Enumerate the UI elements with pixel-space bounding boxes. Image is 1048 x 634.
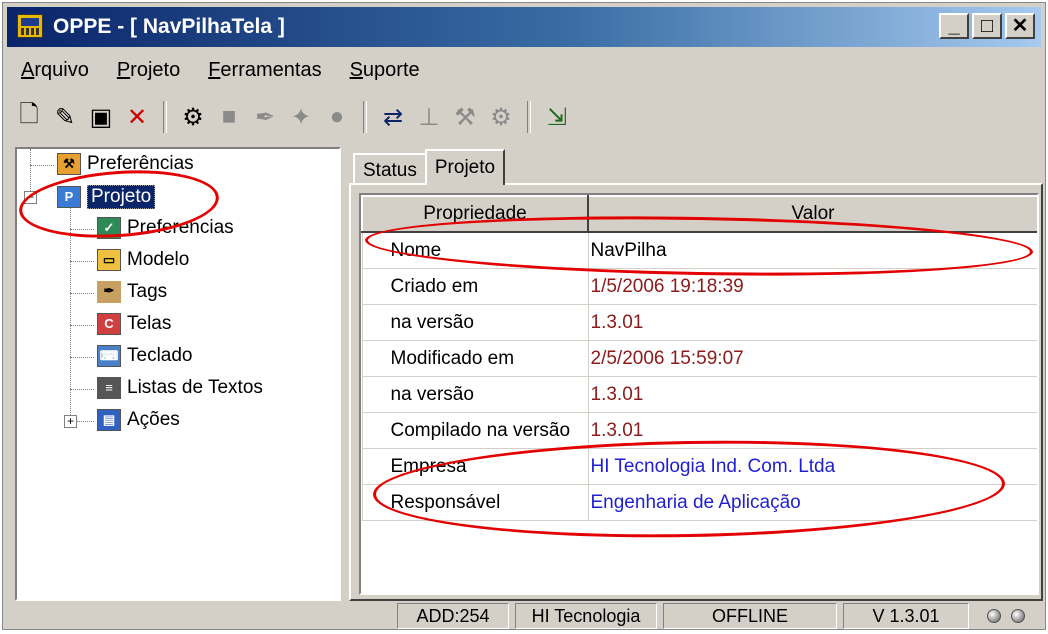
property-row[interactable]: Modificado em 2/5/2006 15:59:07 — [361, 340, 1037, 377]
toolbar-separator — [163, 101, 167, 133]
status-bar: ADD:254 HI Tecnologia OFFLINE V 1.3.01 — [7, 603, 1041, 629]
property-row[interactable]: na versão 1.3.01 — [361, 304, 1037, 341]
status-vendor: HI Tecnologia — [515, 603, 657, 629]
tools-icon: ⚒ — [57, 153, 81, 175]
close-icon[interactable]: ✕ — [119, 99, 155, 135]
record-icon[interactable]: ● — [319, 99, 355, 135]
menu-suporte[interactable]: Suporte — [336, 53, 434, 89]
property-value[interactable]: 1.3.01 — [587, 304, 1037, 341]
text-list-icon: ≡ — [97, 377, 121, 399]
column-header-valor[interactable]: Valor — [587, 195, 1037, 233]
status-address: ADD:254 — [397, 603, 509, 629]
project-icon: P — [57, 186, 81, 208]
tree-item-tags[interactable]: ✒ Tags — [97, 281, 167, 303]
expand-acoes-toggle[interactable]: + — [64, 415, 77, 428]
status-led-2 — [1011, 609, 1025, 623]
property-row[interactable]: Compilado na versão 1.3.01 — [361, 412, 1037, 449]
property-grid: Propriedade Valor Nome NavPilha Criado em 1… — [359, 193, 1039, 595]
model-icon[interactable]: ■ — [211, 99, 247, 135]
menu-arquivo[interactable]: Arquivo — [7, 53, 103, 89]
property-row[interactable]: Nome NavPilha — [361, 231, 1037, 269]
property-row[interactable]: Responsável Engenharia de Aplicação — [361, 484, 1037, 521]
property-value[interactable]: 1.3.01 — [587, 412, 1037, 449]
tree-item-preferencias-root[interactable]: ⚒ Preferências — [57, 153, 194, 175]
property-value[interactable]: 1.3.01 — [587, 376, 1037, 413]
toolbar: 🗋 ✎ ▣ ✕ ⚙ ■ ✒ ✦ ● ⇄ ⊥ ⚒ ⚙ ⇲ — [11, 95, 575, 139]
title-bar[interactable]: OPPE - [ NavPilhaTela ] _ □ ✕ — [7, 7, 1041, 47]
property-value[interactable]: 1/5/2006 19:18:39 — [587, 268, 1037, 305]
tab-strip: Status Projeto — [353, 149, 506, 185]
preferences-icon: ✓ — [97, 217, 121, 239]
property-name: Empresa — [361, 448, 589, 485]
collapse-projeto-toggle[interactable]: − — [24, 191, 37, 204]
property-value[interactable]: Engenharia de Aplicação — [587, 484, 1037, 521]
open-folder-icon[interactable]: ✎ — [47, 99, 83, 135]
property-row[interactable]: Empresa HI Tecnologia Ind. Com. Ltda — [361, 448, 1037, 485]
tree-item-modelo[interactable]: ▭ Modelo — [97, 249, 189, 271]
toolbar-separator — [527, 101, 531, 133]
property-name: Criado em — [361, 268, 589, 305]
actions-icon: ▤ — [97, 409, 121, 431]
tree-item-teclado[interactable]: ⌨ Teclado — [97, 345, 193, 367]
app-window: OPPE - [ NavPilhaTela ] _ □ ✕ Arquivo Pr… — [2, 2, 1046, 630]
connect-icon[interactable]: ⇄ — [375, 99, 411, 135]
compile-icon[interactable]: ⚒ — [447, 99, 483, 135]
new-file-icon[interactable]: 🗋 — [11, 99, 47, 135]
download-icon[interactable]: ⚙ — [483, 99, 519, 135]
tags-icon[interactable]: ✒ — [247, 99, 283, 135]
menu-projeto[interactable]: Projeto — [103, 53, 194, 89]
tree-item-preferencias[interactable]: ✓ Preferencias — [97, 217, 234, 239]
app-icon[interactable] — [17, 14, 43, 38]
project-settings-icon[interactable]: ⚙ — [175, 99, 211, 135]
exit-icon[interactable]: ⇲ — [539, 99, 575, 135]
screens-icon: C — [97, 313, 121, 335]
minimize-button[interactable]: _ — [939, 13, 969, 39]
property-name: na versão — [361, 304, 589, 341]
tree-item-listas-de-textos[interactable]: ≡ Listas de Textos — [97, 377, 263, 399]
toolbar-separator — [363, 101, 367, 133]
property-row[interactable]: na versão 1.3.01 — [361, 376, 1037, 413]
maximize-button[interactable]: □ — [972, 13, 1002, 39]
network-icon[interactable]: ⊥ — [411, 99, 447, 135]
tree-item-acoes[interactable]: ▤ Ações — [97, 409, 180, 431]
property-row[interactable]: Criado em 1/5/2006 19:18:39 — [361, 268, 1037, 305]
tree-item-telas[interactable]: C Telas — [97, 313, 171, 335]
model-icon: ▭ — [97, 249, 121, 271]
status-led-1 — [987, 609, 1001, 623]
tree-item-projeto-label: Projeto — [87, 185, 156, 209]
tree-item-projeto[interactable]: P Projeto — [57, 185, 156, 209]
property-name: Compilado na versão — [361, 412, 589, 449]
close-window-button[interactable]: ✕ — [1005, 13, 1035, 39]
status-mode: OFFLINE — [663, 603, 837, 629]
project-tree: ⚒ Preferências − P Projeto ✓ Preferencia… — [15, 147, 341, 601]
property-name: Modificado em — [361, 340, 589, 377]
property-value[interactable]: 2/5/2006 15:59:07 — [587, 340, 1037, 377]
save-icon[interactable]: ▣ — [83, 99, 119, 135]
menu-bar: Arquivo Projeto Ferramentas Suporte — [7, 53, 434, 89]
tab-status[interactable]: Status — [353, 153, 427, 185]
column-header-propriedade[interactable]: Propriedade — [361, 195, 589, 233]
screens-icon[interactable]: ✦ — [283, 99, 319, 135]
property-name: na versão — [361, 376, 589, 413]
window-title: OPPE - [ NavPilhaTela ] — [53, 15, 285, 38]
keyboard-icon: ⌨ — [97, 345, 121, 367]
property-value[interactable]: NavPilha — [587, 231, 1037, 269]
property-value[interactable]: HI Tecnologia Ind. Com. Ltda — [587, 448, 1037, 485]
property-name: Responsável — [361, 484, 589, 521]
tab-projeto[interactable]: Projeto — [424, 149, 506, 185]
tags-icon: ✒ — [97, 281, 121, 303]
status-version: V 1.3.01 — [843, 603, 969, 629]
property-name: Nome — [361, 231, 589, 269]
menu-ferramentas[interactable]: Ferramentas — [194, 53, 335, 89]
